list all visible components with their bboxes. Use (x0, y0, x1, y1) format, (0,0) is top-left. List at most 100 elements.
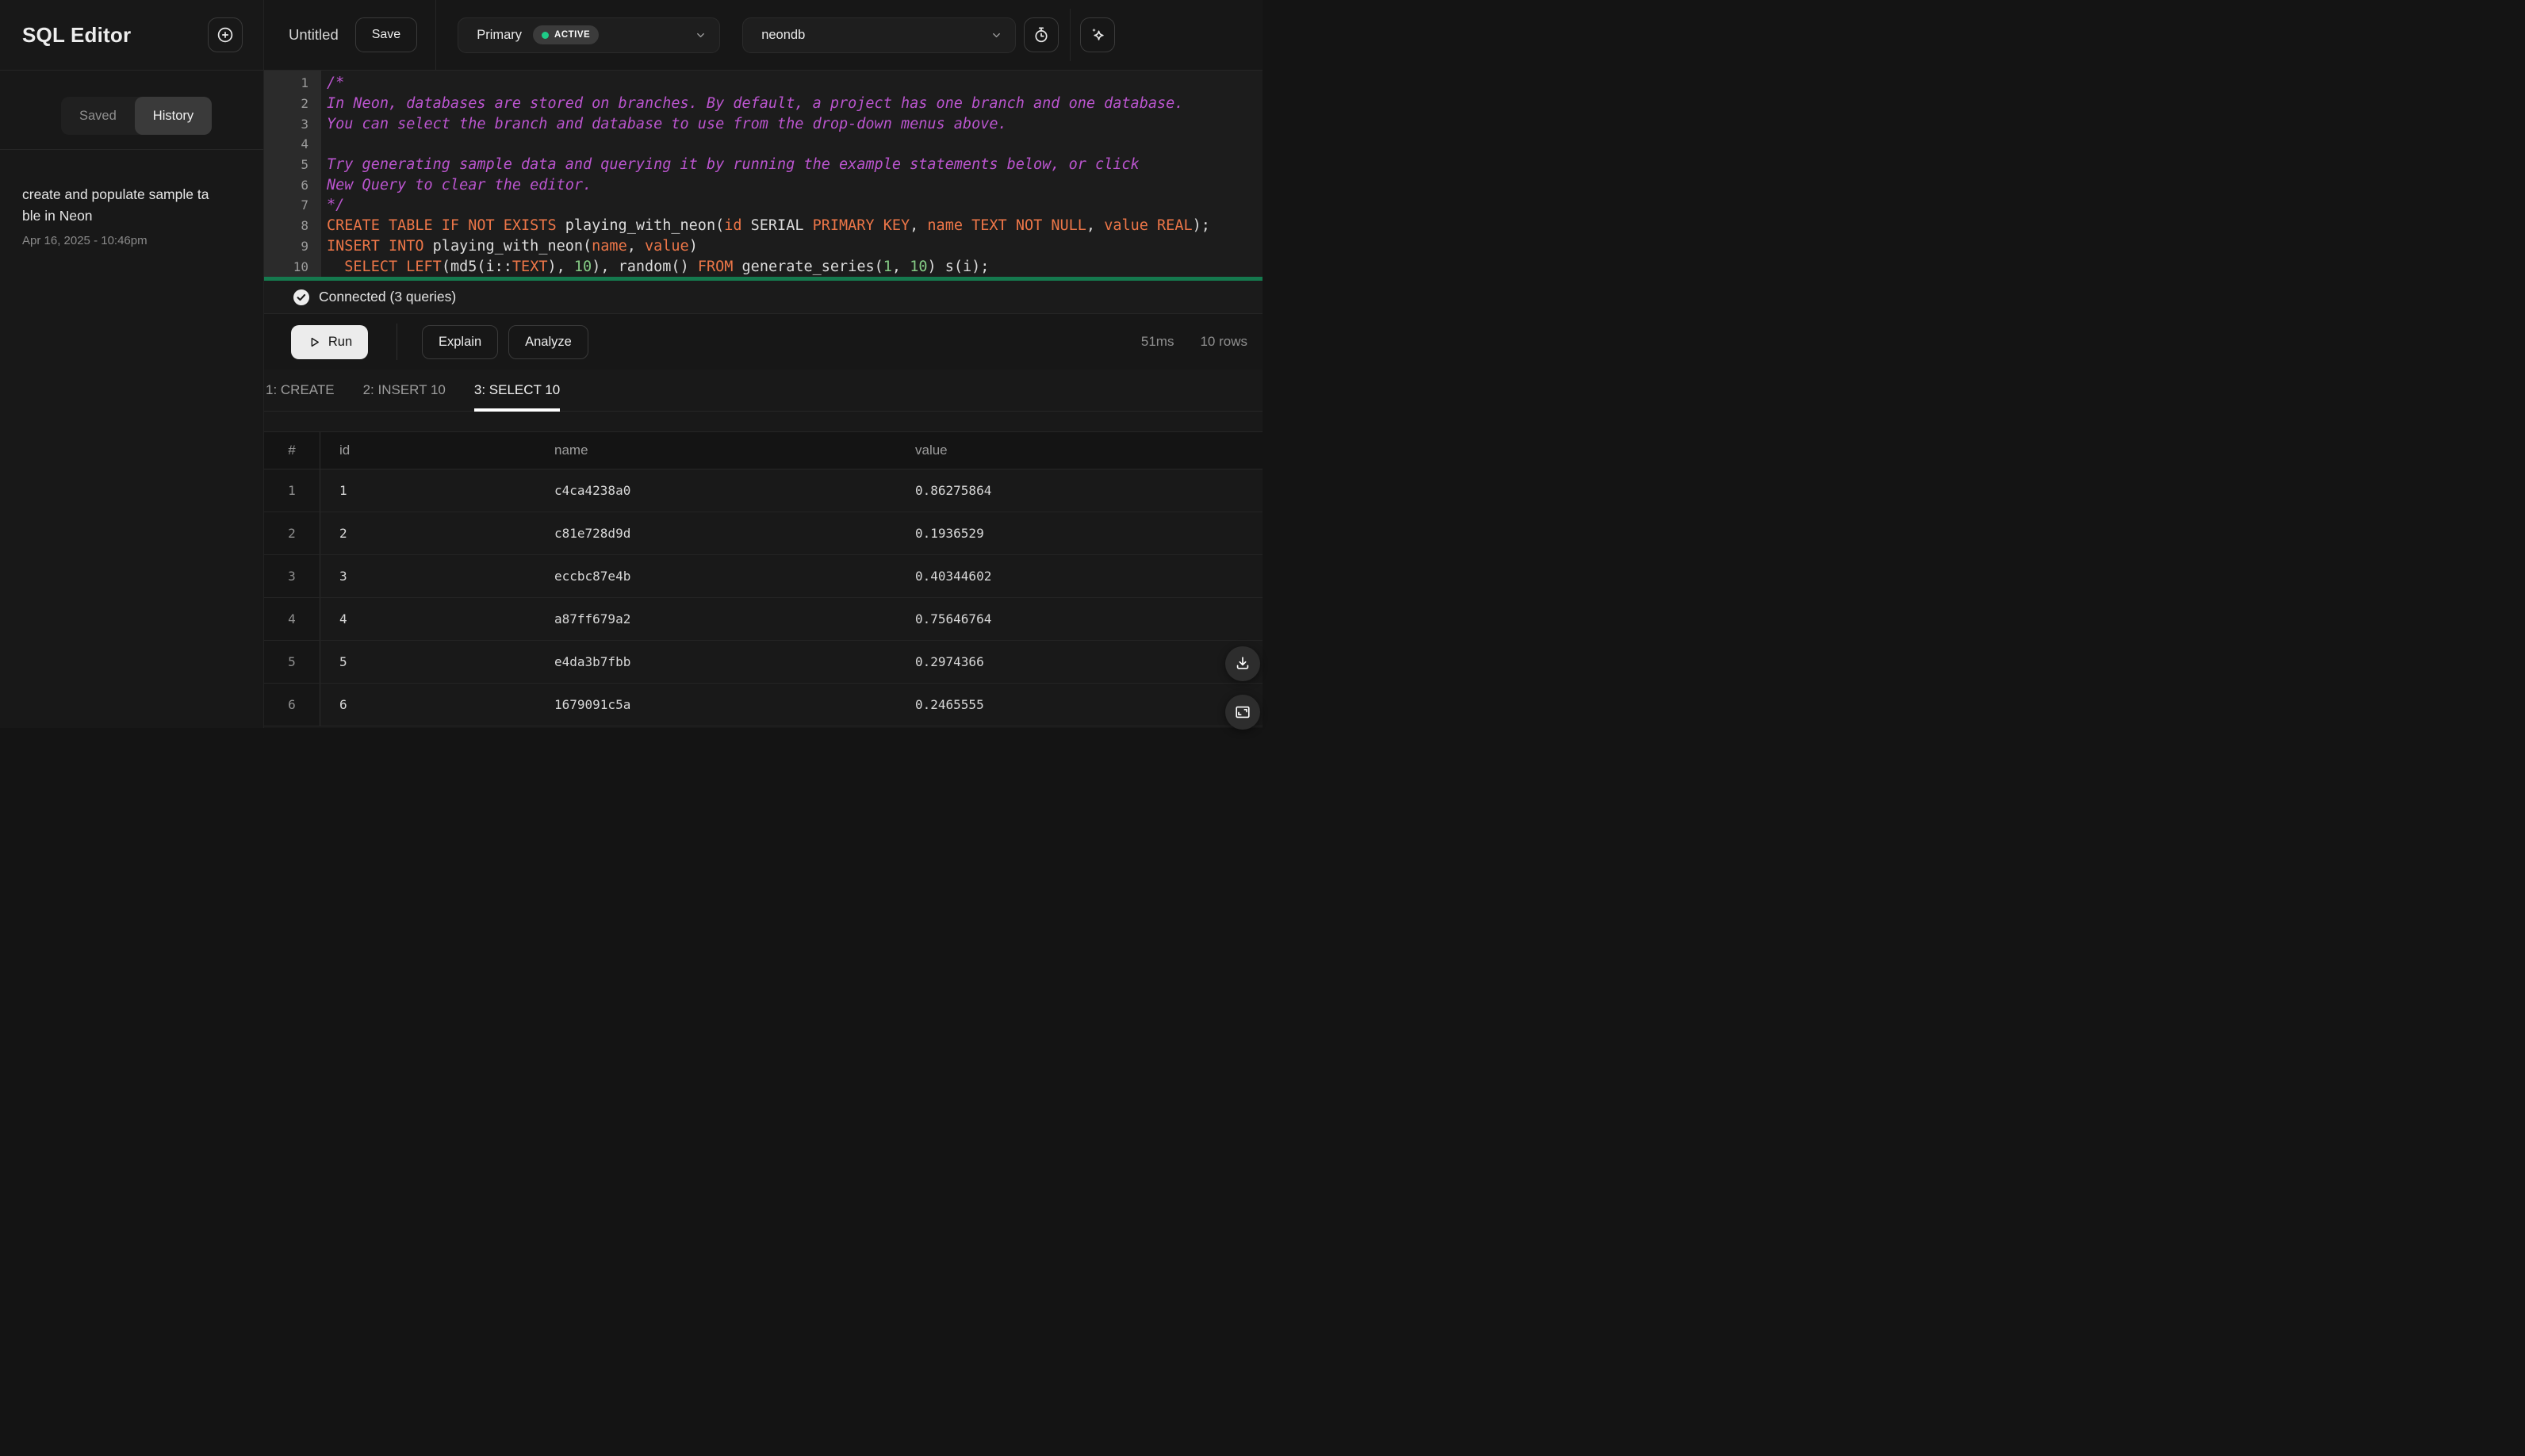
table-cell-index: 1 (264, 469, 320, 512)
branch-name: Primary (477, 27, 523, 42)
download-results-button[interactable] (1225, 646, 1260, 681)
table-cell-id: 5 (339, 654, 347, 669)
connection-status-text: Connected (3 queries) (319, 289, 457, 305)
connection-status: Connected (3 queries) (264, 281, 1262, 314)
history-item[interactable]: create and populate sample ta ble in Neo… (0, 150, 263, 247)
history-item-date: Apr 16, 2025 - 10:46pm (22, 234, 148, 247)
table-cell-id: 6 (339, 697, 347, 712)
page-title: SQL Editor (22, 22, 132, 47)
code-text: In Neon, databases are stored on branche… (327, 95, 1184, 113)
status-dot (542, 31, 550, 39)
code-text: Try generating sample data and querying … (327, 156, 1140, 174)
explain-button[interactable]: Explain (422, 324, 499, 359)
run-button[interactable]: Run (291, 324, 368, 359)
ai-assist-button[interactable] (1080, 17, 1116, 52)
tab-history[interactable]: History (134, 97, 213, 135)
line-number: 3 (301, 116, 308, 132)
topbar-divider (435, 0, 437, 70)
table-cell-index: 4 (264, 598, 320, 640)
table-cell-index: 5 (264, 641, 320, 683)
line-number: 1 (301, 75, 308, 91)
status-text: ACTIVE (554, 30, 591, 40)
download-icon (1234, 655, 1251, 672)
result-tab-2[interactable]: 2: INSERT 10 (363, 370, 446, 411)
table-row: 6 6 1679091c5a 0.2465555 (264, 684, 1262, 726)
table-cell-id: 1 (339, 483, 347, 498)
table-cell-value: 0.2465555 (915, 697, 984, 712)
chevron-down-icon (695, 29, 707, 41)
table-row: 3 3 eccbc87e4b 0.40344602 (264, 555, 1262, 598)
header-cell-name: name (554, 443, 588, 458)
table-cell-name: a87ff679a2 (554, 611, 631, 626)
line-number: 6 (301, 177, 308, 193)
topbar-divider (1070, 9, 1071, 61)
line-number: 9 (301, 238, 308, 254)
database-name: neondb (761, 27, 806, 42)
code-line-2: 2 In Neon, databases are stored on branch… (264, 94, 1262, 114)
code-line-5: 5 Try generating sample data and querying… (264, 155, 1262, 175)
result-tab-3[interactable]: 3: SELECT 10 (473, 370, 561, 412)
expand-results-button[interactable] (1225, 695, 1260, 730)
code-text: CREATE TABLE IF NOT EXISTS playing_with_… (327, 217, 1210, 235)
header-cell-value: value (915, 443, 948, 458)
sidebar: SQL Editor Saved History create and popu… (0, 0, 264, 728)
sparkles-icon (1088, 25, 1108, 45)
result-tabs: 1: CREATE 2: INSERT 10 3: SELECT 10 (264, 370, 1262, 412)
code-text: INSERT INTO playing_with_neon(name, valu… (327, 237, 698, 255)
branch-select[interactable]: Primary ACTIVE (458, 17, 721, 53)
line-number: 5 (301, 157, 308, 173)
table-cell-value: 0.75646764 (915, 611, 992, 626)
code-line-7: 7 */ (264, 195, 1262, 216)
action-toolbar: Run Explain Analyze 51ms 10 rows (264, 314, 1262, 370)
row-count: 10 rows (1200, 334, 1247, 349)
table-row: 4 4 a87ff679a2 0.75646764 (264, 598, 1262, 641)
table-cell-name: e4da3b7fbb (554, 654, 631, 669)
tab-saved[interactable]: Saved (61, 97, 135, 135)
line-number: 2 (301, 96, 308, 112)
code-line-6: 6 New Query to clear the editor. (264, 174, 1262, 195)
sql-editor[interactable]: 1 /* 2 In Neon, databases are stored on bra… (264, 71, 1262, 277)
table-cell-index: 6 (264, 684, 320, 726)
database-select[interactable]: neondb (742, 17, 1017, 53)
table-cell-name: c81e728d9d (554, 526, 631, 541)
table-cell-id: 2 (339, 526, 347, 541)
analyze-button[interactable]: Analyze (508, 324, 588, 359)
code-line-1: 1 /* (264, 73, 1262, 94)
main-panel: Untitled Save Primary ACTIVE neondb 1 /*… (264, 0, 1262, 730)
table-cell-value: 0.1936529 (915, 526, 984, 541)
line-number: 10 (293, 259, 308, 274)
check-circle-icon (293, 289, 310, 306)
query-title: Untitled (289, 26, 339, 43)
results-panel: # id name value 1 1 c4ca4238a0 0.86275864 2 2… (264, 412, 1262, 728)
code-line-9: 9 INSERT INTO playing_with_neon(name, val… (264, 236, 1262, 257)
query-history-button[interactable] (1024, 17, 1059, 52)
table-body: 1 1 c4ca4238a0 0.86275864 2 2 c81e728d9d 0.1936… (264, 469, 1262, 726)
table-row: 2 2 c81e728d9d 0.1936529 (264, 512, 1262, 555)
saved-history-toggle: Saved History (61, 97, 213, 135)
line-number: 8 (301, 218, 308, 234)
query-duration: 51ms (1140, 334, 1174, 349)
table-row: 5 5 e4da3b7fbb 0.2974366 (264, 641, 1262, 684)
history-item-title: create and populate sample ta ble in Neo… (22, 186, 209, 224)
table-cell-id: 4 (339, 611, 347, 626)
new-query-button[interactable] (208, 17, 243, 52)
play-icon (307, 335, 322, 350)
stopwatch-icon (1032, 25, 1051, 44)
expand-icon (1234, 703, 1251, 721)
code-area: 1 /* 2 In Neon, databases are stored on bra… (264, 73, 1262, 277)
line-number: 7 (301, 197, 308, 213)
code-text: SELECT LEFT(md5(i::TEXT), 10), random() … (344, 258, 990, 275)
code-text: You can select the branch and database t… (327, 115, 1007, 132)
result-tab-1[interactable]: 1: CREATE (266, 370, 335, 411)
table-cell-value: 0.2974366 (915, 654, 984, 669)
table-header: # id name value (264, 432, 1262, 469)
run-label: Run (328, 334, 353, 349)
branch-status-badge: ACTIVE (533, 25, 600, 44)
code-line-3: 3 You can select the branch and database … (264, 113, 1262, 134)
header-cell-index: # (264, 432, 320, 469)
table-cell-index: 2 (264, 512, 320, 554)
code-text: */ (327, 197, 345, 214)
table-cell-index: 3 (264, 555, 320, 597)
save-button[interactable]: Save (354, 17, 418, 52)
code-line-4: 4 (264, 134, 1262, 155)
